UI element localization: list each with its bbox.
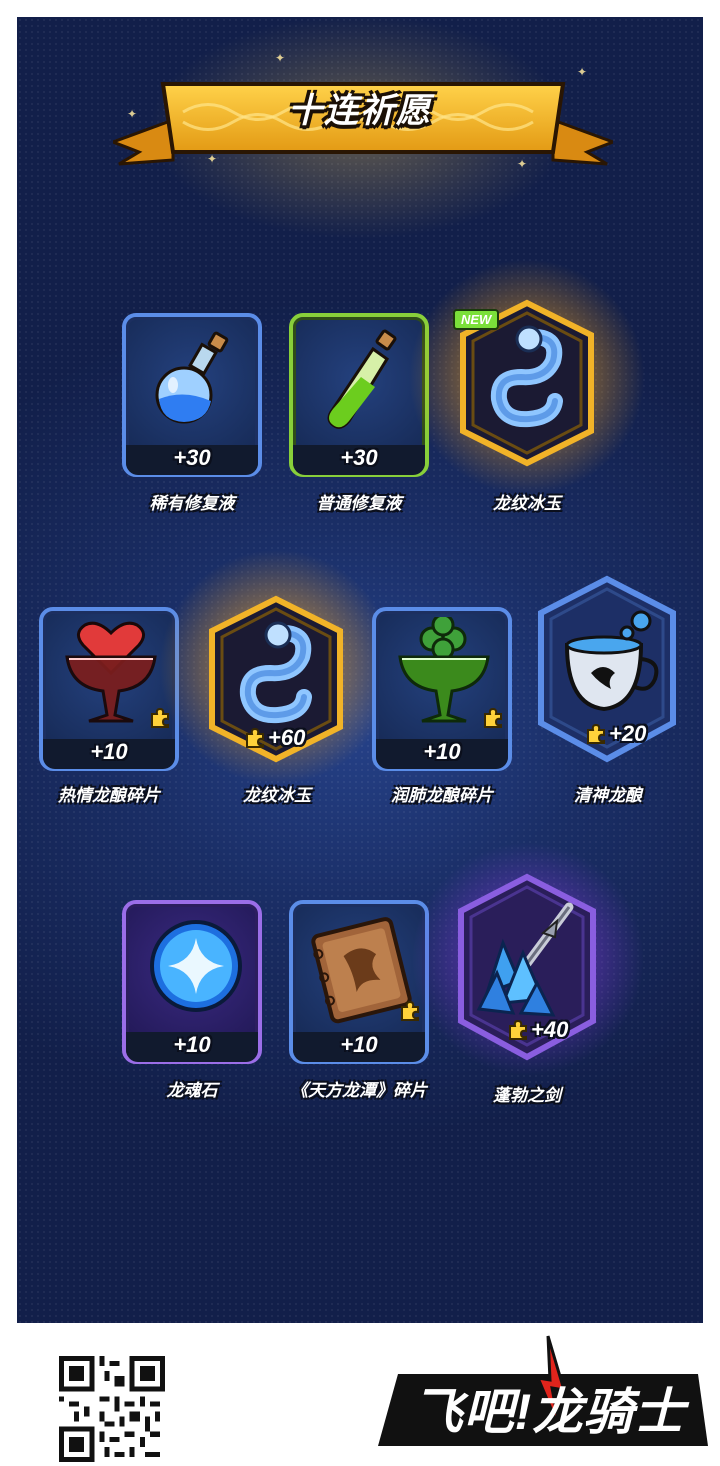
item-name: 清神龙酿 xyxy=(574,786,642,805)
reward-item[interactable]: +60 龙纹冰玉 xyxy=(160,547,394,809)
blue-potion-icon xyxy=(155,331,229,424)
banner-title: 十连祈愿 xyxy=(288,92,432,130)
item-count: +30 xyxy=(340,445,378,470)
sparkle-icon: ✦ xyxy=(275,51,286,65)
item-count: +10 xyxy=(423,739,461,764)
reward-item[interactable]: +10 龙魂石 xyxy=(122,900,262,1100)
puzzle-piece-icon xyxy=(401,1000,419,1021)
item-count: +20 xyxy=(609,721,647,746)
reward-panel: ✦ ✦ ✦ ✦ ✦ 十连祈愿 +30 稀有修复液 +30 普通修复液 NEW 龙… xyxy=(17,17,703,1323)
logo-text: 飞吧!龙骑士 xyxy=(412,1384,686,1440)
item-count: +60 xyxy=(268,725,306,750)
item-frame-purple: +10 xyxy=(122,900,262,1064)
item-frame-blue: +30 xyxy=(122,313,262,477)
item-count: +40 xyxy=(531,1017,569,1042)
soul-stone-icon xyxy=(150,920,242,1012)
item-count: +10 xyxy=(340,1032,378,1057)
reward-item[interactable]: +40 蓬勃之剑 xyxy=(413,839,643,1105)
item-frame-blue-hex xyxy=(538,575,676,763)
new-badge: NEW xyxy=(453,309,500,330)
item-frame-blue: +10 xyxy=(39,607,179,771)
item-name: 蓬勃之剑 xyxy=(493,1086,561,1105)
puzzle-piece-icon xyxy=(587,723,605,744)
qr-code[interactable] xyxy=(59,1356,165,1462)
item-count: +10 xyxy=(90,739,128,764)
item-frame-blue: +10 xyxy=(289,900,429,1064)
puzzle-piece-icon xyxy=(484,707,502,728)
item-frame-blue: +10 xyxy=(372,607,512,771)
game-logo: 飞吧!龙骑士 xyxy=(378,1330,708,1452)
item-name: 龙纹冰玉 xyxy=(493,494,561,513)
reward-item[interactable]: NEW 龙纹冰玉 xyxy=(409,257,645,513)
heart-cocktail-icon xyxy=(65,621,157,723)
reward-item[interactable]: +10 《天方龙潭》碎片 xyxy=(289,900,429,1100)
reward-item[interactable]: +20 清神龙酿 xyxy=(533,573,683,809)
clover-cocktail-icon xyxy=(398,617,490,723)
reward-item[interactable]: +30 普通修复液 xyxy=(289,313,429,513)
green-potion-icon xyxy=(327,329,397,429)
item-frame-green: +30 xyxy=(289,313,429,477)
puzzle-piece-icon xyxy=(509,1019,527,1040)
reward-item[interactable]: +10 润肺龙酿碎片 xyxy=(372,607,512,807)
reward-item[interactable]: +10 热情龙酿碎片 xyxy=(39,607,179,807)
item-count: +10 xyxy=(173,1032,211,1057)
item-count: +30 xyxy=(173,445,211,470)
puzzle-piece-icon xyxy=(246,727,264,748)
reward-item[interactable]: +30 稀有修复液 xyxy=(122,313,262,513)
